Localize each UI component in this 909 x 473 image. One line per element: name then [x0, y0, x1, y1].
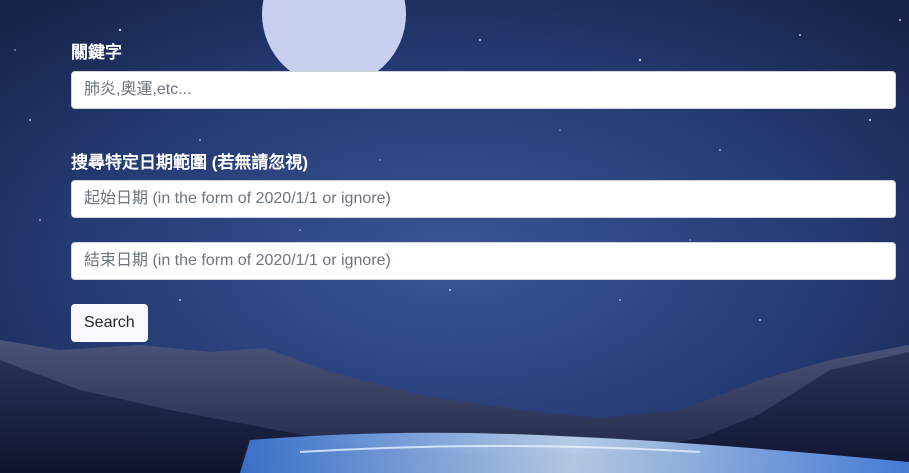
- start-date-input[interactable]: [71, 180, 896, 218]
- search-button[interactable]: Search: [71, 304, 148, 342]
- end-date-input[interactable]: [71, 242, 896, 280]
- keyword-label: 關鍵字: [71, 43, 122, 62]
- keyword-input[interactable]: [71, 71, 896, 109]
- date-range-label: 搜尋特定日期範圍 (若無請忽視): [71, 153, 309, 172]
